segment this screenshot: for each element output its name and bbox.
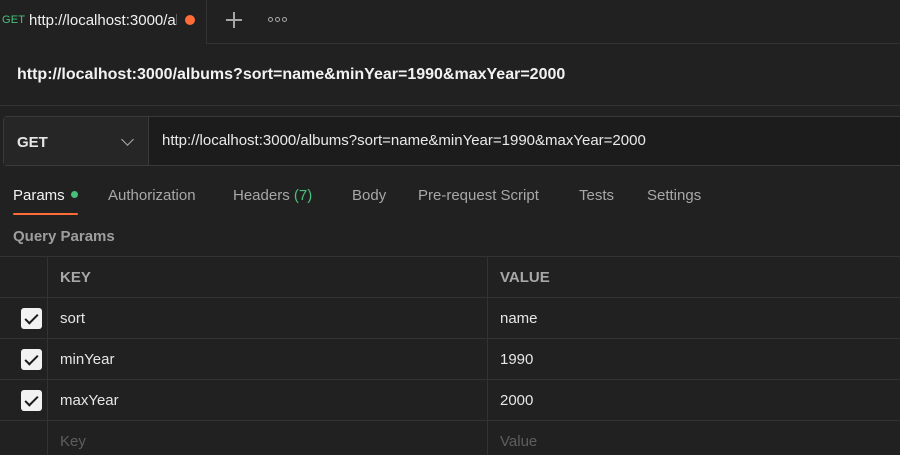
param-enabled-checkbox[interactable] [21,390,42,411]
param-key: minYear [60,351,115,368]
row-check-cell [0,380,48,421]
key-placeholder: Key [60,433,86,450]
active-tab-underline [13,213,78,215]
tab-params-label: Params [13,187,65,204]
table-row: sort name [0,298,900,339]
param-value: name [500,310,538,327]
param-enabled-checkbox[interactable] [21,308,42,329]
param-key: sort [60,310,86,327]
request-bar: GET [3,116,900,166]
header-check-cell [0,257,48,298]
param-key-cell[interactable]: sort [48,298,488,339]
table-header-row: KEY VALUE [0,257,900,298]
tab-body[interactable]: Body [352,187,386,204]
param-key-cell[interactable]: maxYear [48,380,488,421]
param-value-cell[interactable]: name [488,298,900,339]
new-key-cell[interactable]: Key [48,421,488,455]
chevron-down-icon [121,133,134,146]
param-key: maxYear [60,392,119,409]
table-row: maxYear 2000 [0,380,900,421]
row-check-cell [0,298,48,339]
header-key-cell: KEY [48,257,488,298]
param-value-cell[interactable]: 1990 [488,339,900,380]
request-title-row: http://localhost:3000/albums?sort=name&m… [0,44,900,106]
tab-settings[interactable]: Settings [647,187,701,204]
method-select[interactable]: GET [4,117,149,165]
more-dot [268,17,273,22]
param-value: 1990 [500,351,534,368]
tab-url-label: http://localhost:3000/albums?sort=name&m… [29,12,177,29]
tab-pre-request-script[interactable]: Pre-request Script [418,187,539,204]
header-value-cell: VALUE [488,257,900,298]
query-params-heading: Query Params [13,228,115,245]
tab-tests[interactable]: Tests [579,187,614,204]
url-input[interactable] [162,132,862,149]
param-key-cell[interactable]: minYear [48,339,488,380]
request-title[interactable]: http://localhost:3000/albums?sort=name&m… [17,66,565,84]
column-header-key: KEY [60,269,91,286]
row-check-cell [0,421,48,455]
param-value: 2000 [500,392,534,409]
more-horizontal-icon[interactable] [265,10,293,30]
new-param-row: Key Value [0,421,900,455]
plus-icon[interactable] [220,6,248,34]
request-tab[interactable]: GET http://localhost:3000/albums?sort=na… [0,0,207,44]
new-value-cell[interactable]: Value [488,421,900,455]
more-dot [275,17,280,22]
tab-headers-label: Headers [233,187,290,204]
tab-params[interactable]: Params [13,187,78,204]
more-dot [282,17,287,22]
headers-count-badge: (7) [293,187,313,204]
tab-authorization[interactable]: Authorization [108,187,196,204]
tab-bar: GET http://localhost:3000/albums?sort=na… [0,0,900,44]
table-row: minYear 1990 [0,339,900,380]
unsaved-changes-dot [185,15,195,25]
params-active-indicator [70,191,78,198]
method-label: GET [17,134,48,151]
request-subtabs: Params Authorization Headers (7) Body Pr… [0,180,900,218]
column-header-value: VALUE [500,269,550,286]
query-params-table: KEY VALUE sort name minYear 1990 maxYear… [0,256,900,455]
param-value-cell[interactable]: 2000 [488,380,900,421]
tab-method-label: GET [2,14,26,26]
tab-headers[interactable]: Headers (7) [233,187,312,204]
row-check-cell [0,339,48,380]
param-enabled-checkbox[interactable] [21,349,42,370]
value-placeholder: Value [500,433,538,450]
